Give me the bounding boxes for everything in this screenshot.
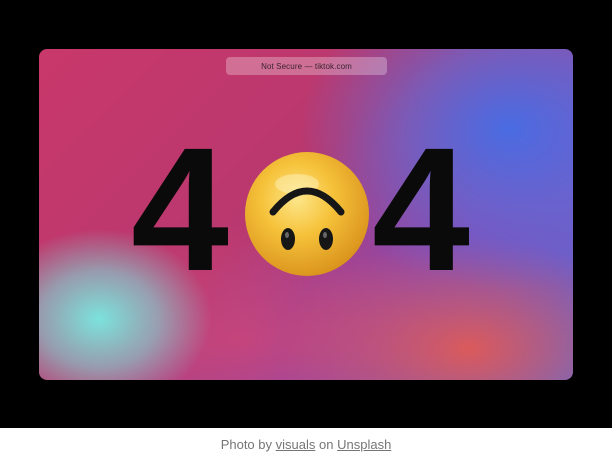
address-text: Not Secure — tiktok.com	[261, 61, 352, 71]
photo-credit: Photo by visuals on Unsplash	[0, 437, 612, 455]
caption-prefix: Photo by	[220, 437, 273, 452]
error-digit-left: 4	[131, 112, 229, 308]
error-digit-right: 4	[372, 112, 470, 308]
photo: Not Secure — tiktok.com 4 4	[0, 0, 612, 428]
browser-screen: Not Secure — tiktok.com 4 4	[39, 49, 573, 380]
caption-middle: on	[319, 437, 334, 452]
author-link[interactable]: visuals	[276, 437, 316, 452]
upside-down-face-icon	[245, 152, 369, 276]
address-bar[interactable]: Not Secure — tiktok.com	[226, 57, 387, 75]
unsplash-link[interactable]: Unsplash	[337, 437, 391, 452]
